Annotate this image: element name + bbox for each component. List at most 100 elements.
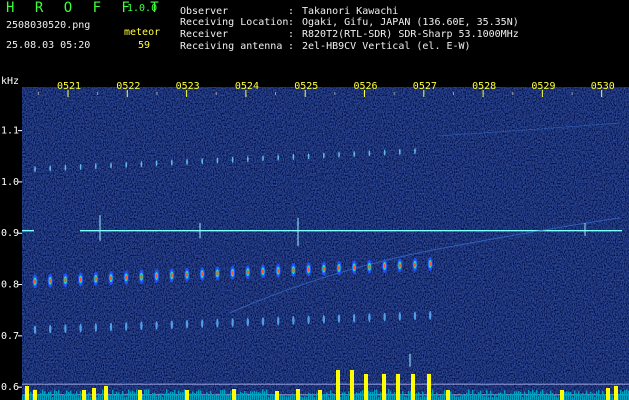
- noise-bar: [178, 390, 180, 400]
- noise-bar: [122, 390, 124, 400]
- pulse-row-lower-blip: [185, 319, 189, 329]
- location-sep: :: [288, 17, 295, 28]
- pulse-row-lower-blip: [109, 322, 113, 332]
- pulse-row-upper-blip: [414, 148, 416, 155]
- noise-bar: [100, 395, 102, 400]
- noise-bar: [270, 393, 272, 400]
- noise-bar: [554, 395, 556, 400]
- noise-bar: [424, 396, 426, 400]
- noise-bar: [286, 396, 288, 400]
- level-bar: [606, 388, 610, 400]
- level-bar: [33, 390, 37, 400]
- level-bar: [82, 390, 86, 400]
- noise-bar: [224, 389, 226, 400]
- noise-bar: [368, 390, 370, 400]
- spectrogram: kHz 1.1 1.0 0.9 0.8 0.7 0.6 0521 0522 0523 0524 0…: [1, 76, 629, 400]
- pulse-row-lower-blip: [79, 323, 82, 333]
- noise-bar: [136, 389, 138, 400]
- pulse-row-upper-blip: [216, 157, 219, 164]
- noise-bar: [190, 393, 192, 400]
- noise-bar: [328, 396, 330, 400]
- noise-bar: [58, 390, 60, 400]
- noise-bar: [40, 393, 42, 400]
- noise-bar: [214, 394, 216, 400]
- noise-bar: [498, 392, 500, 400]
- noise-bar: [600, 394, 602, 400]
- y-tick-label: 0.8: [1, 280, 19, 291]
- noise-bar: [50, 391, 52, 400]
- noise-bar: [454, 395, 456, 400]
- x-tick-label: 0524: [235, 81, 259, 92]
- noise-bar: [344, 392, 346, 400]
- pulse-core: [246, 270, 249, 275]
- noise-bar: [362, 390, 364, 400]
- noise-bar: [578, 391, 580, 400]
- noise-bar: [216, 395, 218, 400]
- level-bar: [446, 390, 450, 400]
- noise-bar: [466, 392, 468, 400]
- noise-bar: [450, 391, 452, 400]
- pulse-row-lower-blip: [125, 321, 128, 331]
- noise-bar: [206, 392, 208, 400]
- noise-bar: [312, 393, 314, 400]
- noise-bar: [374, 389, 376, 400]
- noise-bar: [626, 389, 628, 400]
- noise-bar: [262, 389, 264, 400]
- noise-bar: [250, 391, 252, 400]
- noise-bar: [576, 393, 578, 400]
- noise-bar: [538, 396, 540, 400]
- level-bar: [364, 374, 368, 400]
- noise-bar: [586, 390, 588, 400]
- noise-bar: [474, 394, 476, 400]
- pulse-row-lower-blip: [383, 312, 386, 322]
- noise-bar: [48, 391, 50, 400]
- noise-bar: [470, 395, 472, 400]
- noise-bar: [114, 395, 116, 400]
- noise-bar: [146, 389, 148, 400]
- noise-bar: [112, 389, 114, 400]
- noise-bar: [456, 396, 458, 400]
- noise-bar: [130, 391, 132, 400]
- pulse-row-lower-blip: [246, 317, 249, 327]
- pulse-row-upper-blip: [110, 162, 112, 169]
- noise-bar: [418, 392, 420, 400]
- noise-bar: [308, 392, 310, 400]
- noise-bar: [304, 396, 306, 400]
- pulse-row-upper-blip: [322, 152, 325, 159]
- noise-bar: [192, 391, 194, 400]
- noise-bar: [78, 396, 80, 400]
- noise-bar: [218, 395, 220, 400]
- noise-bar: [402, 391, 404, 400]
- pulse-row-upper-blip: [383, 149, 386, 156]
- noise-bar: [310, 394, 312, 400]
- pulse-row-lower-blip: [398, 312, 401, 321]
- noise-bar: [56, 391, 58, 400]
- noise-bar: [548, 394, 550, 400]
- pulse-core: [383, 264, 386, 269]
- noise-bar: [324, 393, 326, 400]
- noise-bar: [460, 396, 462, 400]
- noise-bar: [30, 391, 32, 400]
- noise-bar: [64, 394, 66, 400]
- noise-bar: [76, 391, 78, 400]
- noise-bar: [482, 395, 484, 400]
- noise-bar: [98, 393, 100, 400]
- pulse-row-upper-blip: [186, 158, 188, 165]
- noise-bar: [484, 396, 486, 400]
- noise-bar: [256, 391, 258, 400]
- noise-bar: [572, 396, 574, 400]
- noise-bar: [120, 394, 122, 400]
- pulse-row-lower-blip: [216, 318, 219, 328]
- noise-bar: [604, 394, 606, 400]
- noise-bar: [148, 389, 150, 400]
- pulse-row-lower-blip: [368, 313, 371, 322]
- pulse-core: [155, 274, 158, 279]
- noise-bar: [44, 391, 46, 400]
- pulse-core: [277, 268, 280, 273]
- noise-bar: [458, 396, 460, 400]
- x-tick-label: 0522: [116, 81, 140, 92]
- noise-bar: [358, 392, 360, 400]
- noise-bar: [154, 392, 156, 400]
- noise-bar: [506, 396, 508, 400]
- level-bar: [92, 388, 96, 400]
